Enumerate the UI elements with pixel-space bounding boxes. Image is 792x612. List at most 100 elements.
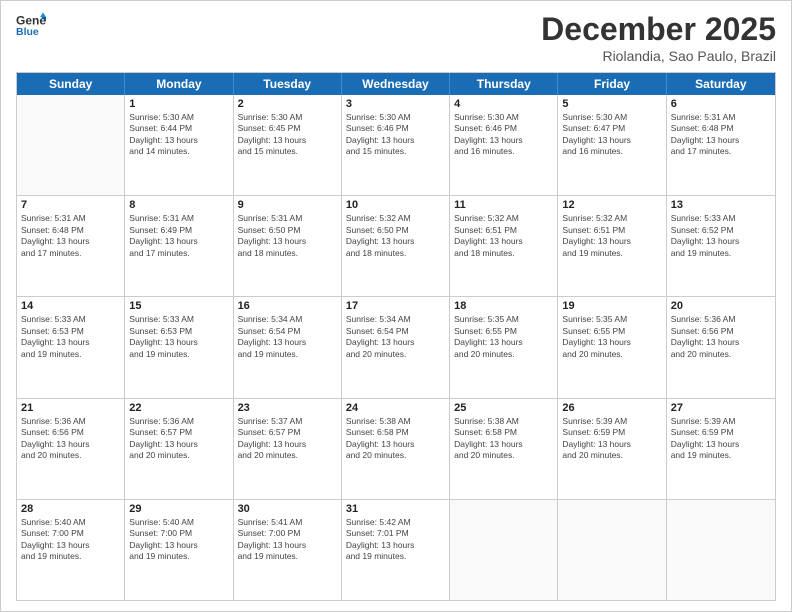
day-info: Sunrise: 5:36 AM Sunset: 6:57 PM Dayligh… <box>129 416 228 462</box>
day-info: Sunrise: 5:36 AM Sunset: 6:56 PM Dayligh… <box>21 416 120 462</box>
calendar: SundayMondayTuesdayWednesdayThursdayFrid… <box>16 72 776 601</box>
day-number: 18 <box>454 300 553 312</box>
day-info: Sunrise: 5:30 AM Sunset: 6:47 PM Dayligh… <box>562 112 661 158</box>
day-cell-4: 4 Sunrise: 5:30 AM Sunset: 6:46 PM Daylig… <box>450 95 558 195</box>
day-cell-25: 25 Sunrise: 5:38 AM Sunset: 6:58 PM Dayli… <box>450 399 558 499</box>
day-cell-18: 18 Sunrise: 5:35 AM Sunset: 6:55 PM Dayli… <box>450 297 558 397</box>
day-info: Sunrise: 5:31 AM Sunset: 6:50 PM Dayligh… <box>238 213 337 259</box>
day-cell-16: 16Sunrise: 5:34 AM Sunset: 6:54 PM Dayli… <box>234 297 342 397</box>
day-info: Sunrise: 5:30 AM Sunset: 6:45 PM Dayligh… <box>238 112 337 158</box>
day-cell-3: 3 Sunrise: 5:30 AM Sunset: 6:46 PM Daylig… <box>342 95 450 195</box>
weekday-header-sunday: Sunday <box>17 73 125 95</box>
day-cell-31: 31 Sunrise: 5:42 AM Sunset: 7:01 PM Dayli… <box>342 500 450 600</box>
day-cell-2: 2 Sunrise: 5:30 AM Sunset: 6:45 PM Daylig… <box>234 95 342 195</box>
day-number: 22 <box>129 402 228 414</box>
day-number: 4 <box>454 98 553 110</box>
day-number: 15 <box>129 300 228 312</box>
day-number: 6 <box>671 98 771 110</box>
day-number: 9 <box>238 199 337 211</box>
day-info: Sunrise: 5:30 AM Sunset: 6:46 PM Dayligh… <box>346 112 445 158</box>
day-cell-9: 9 Sunrise: 5:31 AM Sunset: 6:50 PM Daylig… <box>234 196 342 296</box>
month-title: December 2025 <box>541 11 776 48</box>
day-number: 19 <box>562 300 661 312</box>
day-info: Sunrise: 5:32 AM Sunset: 6:51 PM Dayligh… <box>454 213 553 259</box>
day-cell-12: 12 Sunrise: 5:32 AM Sunset: 6:51 PM Dayli… <box>558 196 666 296</box>
day-cell-27: 27Sunrise: 5:39 AM Sunset: 6:59 PM Dayli… <box>667 399 775 499</box>
day-info: Sunrise: 5:42 AM Sunset: 7:01 PM Dayligh… <box>346 517 445 563</box>
day-cell-20: 20 Sunrise: 5:36 AM Sunset: 6:56 PM Dayli… <box>667 297 775 397</box>
day-cell-6: 6 Sunrise: 5:31 AM Sunset: 6:48 PM Daylig… <box>667 95 775 195</box>
day-cell-8: 8Sunrise: 5:31 AM Sunset: 6:49 PM Daylig… <box>125 196 233 296</box>
day-number: 28 <box>21 503 120 515</box>
day-number: 5 <box>562 98 661 110</box>
day-number: 10 <box>346 199 445 211</box>
day-info: Sunrise: 5:35 AM Sunset: 6:55 PM Dayligh… <box>454 314 553 360</box>
logo: General Blue <box>16 11 48 41</box>
day-cell-17: 17Sunrise: 5:34 AM Sunset: 6:54 PM Dayli… <box>342 297 450 397</box>
day-info: Sunrise: 5:40 AM Sunset: 7:00 PM Dayligh… <box>129 517 228 563</box>
day-cell-14: 14Sunrise: 5:33 AM Sunset: 6:53 PM Dayli… <box>17 297 125 397</box>
day-number: 21 <box>21 402 120 414</box>
day-info: Sunrise: 5:31 AM Sunset: 6:48 PM Dayligh… <box>21 213 120 259</box>
day-info: Sunrise: 5:41 AM Sunset: 7:00 PM Dayligh… <box>238 517 337 563</box>
day-number: 7 <box>21 199 120 211</box>
day-cell-5: 5 Sunrise: 5:30 AM Sunset: 6:47 PM Daylig… <box>558 95 666 195</box>
day-cell-26: 26 Sunrise: 5:39 AM Sunset: 6:59 PM Dayli… <box>558 399 666 499</box>
day-cell-13: 13Sunrise: 5:33 AM Sunset: 6:52 PM Dayli… <box>667 196 775 296</box>
calendar-row-3: 14Sunrise: 5:33 AM Sunset: 6:53 PM Dayli… <box>17 297 775 398</box>
day-number: 30 <box>238 503 337 515</box>
day-number: 11 <box>454 199 553 211</box>
svg-text:Blue: Blue <box>16 26 39 38</box>
day-number: 2 <box>238 98 337 110</box>
weekday-header-tuesday: Tuesday <box>234 73 342 95</box>
day-number: 31 <box>346 503 445 515</box>
page-header: General Blue December 2025 Riolandia, Sa… <box>16 11 776 64</box>
day-cell-11: 11 Sunrise: 5:32 AM Sunset: 6:51 PM Dayli… <box>450 196 558 296</box>
day-cell-19: 19 Sunrise: 5:35 AM Sunset: 6:55 PM Dayli… <box>558 297 666 397</box>
day-number: 3 <box>346 98 445 110</box>
day-cell-22: 22 Sunrise: 5:36 AM Sunset: 6:57 PM Dayli… <box>125 399 233 499</box>
calendar-body: 1 Sunrise: 5:30 AM Sunset: 6:44 PM Daylig… <box>17 95 775 600</box>
day-cell-21: 21 Sunrise: 5:36 AM Sunset: 6:56 PM Dayli… <box>17 399 125 499</box>
day-info: Sunrise: 5:31 AM Sunset: 6:48 PM Dayligh… <box>671 112 771 158</box>
day-cell-7: 7 Sunrise: 5:31 AM Sunset: 6:48 PM Daylig… <box>17 196 125 296</box>
day-cell-23: 23 Sunrise: 5:37 AM Sunset: 6:57 PM Dayli… <box>234 399 342 499</box>
calendar-page: General Blue December 2025 Riolandia, Sa… <box>0 0 792 612</box>
day-info: Sunrise: 5:30 AM Sunset: 6:44 PM Dayligh… <box>129 112 228 158</box>
day-cell-30: 30 Sunrise: 5:41 AM Sunset: 7:00 PM Dayli… <box>234 500 342 600</box>
day-cell-15: 15Sunrise: 5:33 AM Sunset: 6:53 PM Dayli… <box>125 297 233 397</box>
calendar-row-1: 1 Sunrise: 5:30 AM Sunset: 6:44 PM Daylig… <box>17 95 775 196</box>
day-info: Sunrise: 5:38 AM Sunset: 6:58 PM Dayligh… <box>346 416 445 462</box>
calendar-row-2: 7 Sunrise: 5:31 AM Sunset: 6:48 PM Daylig… <box>17 196 775 297</box>
day-info: Sunrise: 5:37 AM Sunset: 6:57 PM Dayligh… <box>238 416 337 462</box>
day-info: Sunrise: 5:34 AM Sunset: 6:54 PM Dayligh… <box>238 314 337 360</box>
title-block: December 2025 Riolandia, Sao Paulo, Braz… <box>541 11 776 64</box>
day-number: 25 <box>454 402 553 414</box>
day-number: 29 <box>129 503 228 515</box>
weekday-header-monday: Monday <box>125 73 233 95</box>
day-number: 1 <box>129 98 228 110</box>
day-info: Sunrise: 5:32 AM Sunset: 6:51 PM Dayligh… <box>562 213 661 259</box>
day-number: 26 <box>562 402 661 414</box>
day-info: Sunrise: 5:30 AM Sunset: 6:46 PM Dayligh… <box>454 112 553 158</box>
day-number: 24 <box>346 402 445 414</box>
day-number: 23 <box>238 402 337 414</box>
logo-icon: General Blue <box>16 11 46 41</box>
empty-cell <box>667 500 775 600</box>
day-number: 12 <box>562 199 661 211</box>
day-number: 20 <box>671 300 771 312</box>
day-info: Sunrise: 5:35 AM Sunset: 6:55 PM Dayligh… <box>562 314 661 360</box>
calendar-row-4: 21 Sunrise: 5:36 AM Sunset: 6:56 PM Dayli… <box>17 399 775 500</box>
day-number: 8 <box>129 199 228 211</box>
day-info: Sunrise: 5:33 AM Sunset: 6:52 PM Dayligh… <box>671 213 771 259</box>
day-number: 14 <box>21 300 120 312</box>
empty-cell <box>17 95 125 195</box>
day-info: Sunrise: 5:38 AM Sunset: 6:58 PM Dayligh… <box>454 416 553 462</box>
calendar-header: SundayMondayTuesdayWednesdayThursdayFrid… <box>17 73 775 95</box>
empty-cell <box>450 500 558 600</box>
day-cell-1: 1 Sunrise: 5:30 AM Sunset: 6:44 PM Daylig… <box>125 95 233 195</box>
day-info: Sunrise: 5:36 AM Sunset: 6:56 PM Dayligh… <box>671 314 771 360</box>
day-info: Sunrise: 5:39 AM Sunset: 6:59 PM Dayligh… <box>562 416 661 462</box>
weekday-header-wednesday: Wednesday <box>342 73 450 95</box>
weekday-header-saturday: Saturday <box>667 73 775 95</box>
